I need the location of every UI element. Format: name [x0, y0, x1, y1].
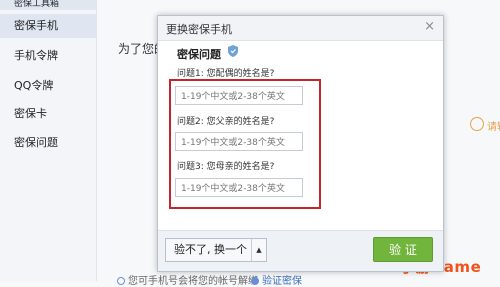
- right-hint: 请输: [487, 122, 500, 133]
- question-2-input[interactable]: [175, 132, 303, 151]
- sidebar: 密保工具箱 密保手机 手机令牌 QQ令牌 密保卡 密保问题: [0, 0, 97, 281]
- caret-up-icon[interactable]: ▲: [251, 239, 266, 261]
- switch-method-label: 验不了, 换一个: [174, 243, 247, 256]
- link-icon: [251, 277, 259, 285]
- bottom-note: 您可手机号会将您的帐号解绑: [117, 272, 258, 287]
- sidebar-item-qq-token[interactable]: QQ令牌: [14, 77, 53, 93]
- section-title: 密保问题: [177, 48, 221, 61]
- switch-method-button[interactable]: 验不了, 换一个 ▲: [165, 238, 267, 262]
- change-phone-dialog: 更换密保手机 × 密保问题 问题1: 您配偶的姓名是? 问题2: 您父亲的姓名是…: [157, 15, 444, 272]
- bottom-note-text: 您可手机号会将您的帐号解绑: [128, 276, 258, 287]
- shield-icon: [228, 45, 238, 57]
- verify-link[interactable]: 验证密保: [251, 272, 302, 287]
- question-3-input[interactable]: [175, 178, 303, 197]
- info-icon: [470, 117, 484, 131]
- question-2-label: 问题2: 您父亲的姓名是?: [177, 117, 275, 127]
- verify-button[interactable]: 验 证: [373, 237, 433, 262]
- dialog-footer: 验不了, 换一个 ▲ 验 证: [158, 230, 443, 271]
- sidebar-header: 密保工具箱: [0, 0, 96, 10]
- dialog-header: 更换密保手机 ×: [158, 16, 443, 41]
- question-3-label: 问题3: 您母亲的姓名是?: [177, 162, 275, 172]
- close-icon[interactable]: ×: [424, 19, 435, 34]
- verify-link-text: 验证密保: [262, 276, 302, 287]
- question-1-label: 问题1: 您配偶的姓名是?: [177, 69, 275, 79]
- sidebar-item-secure-phone[interactable]: 密保手机: [0, 14, 96, 38]
- dialog-title: 更换密保手机: [166, 23, 232, 36]
- sidebar-item-phone-token[interactable]: 手机令牌: [14, 47, 58, 63]
- question-1-input[interactable]: [175, 86, 303, 105]
- sidebar-item-secure-card[interactable]: 密保卡: [14, 105, 47, 121]
- info-icon: [117, 277, 125, 285]
- sidebar-item-secure-question[interactable]: 密保问题: [14, 134, 58, 150]
